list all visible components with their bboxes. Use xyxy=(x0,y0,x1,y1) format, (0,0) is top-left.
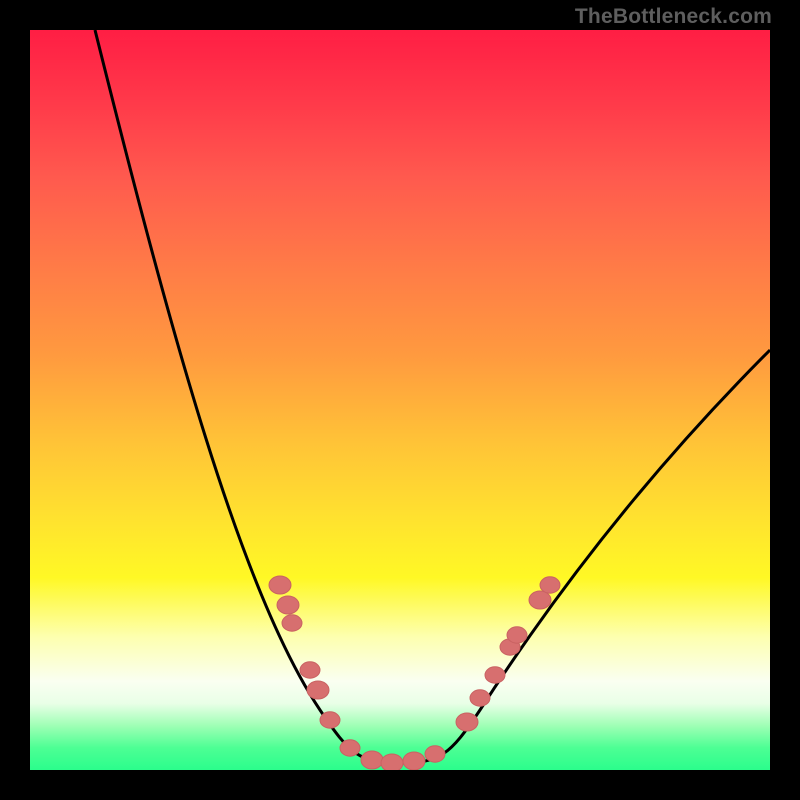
data-marker xyxy=(361,751,383,769)
bottleneck-curve xyxy=(95,30,770,763)
data-marker xyxy=(300,662,320,678)
data-marker xyxy=(403,752,425,770)
data-marker xyxy=(282,615,302,631)
data-marker xyxy=(485,667,505,683)
data-marker xyxy=(540,577,560,593)
data-marker xyxy=(381,754,403,770)
data-marker xyxy=(307,681,329,699)
chart-frame: TheBottleneck.com xyxy=(0,0,800,800)
curve-svg xyxy=(30,30,770,770)
data-marker xyxy=(507,627,527,643)
data-marker xyxy=(425,746,445,762)
data-marker xyxy=(470,690,490,706)
data-marker xyxy=(340,740,360,756)
data-marker xyxy=(456,713,478,731)
data-marker xyxy=(277,596,299,614)
data-marker xyxy=(320,712,340,728)
plot-area xyxy=(30,30,770,770)
data-marker xyxy=(500,639,520,655)
markers-group xyxy=(269,576,560,770)
attribution-label: TheBottleneck.com xyxy=(575,5,772,29)
data-marker xyxy=(529,591,551,609)
data-marker xyxy=(269,576,291,594)
